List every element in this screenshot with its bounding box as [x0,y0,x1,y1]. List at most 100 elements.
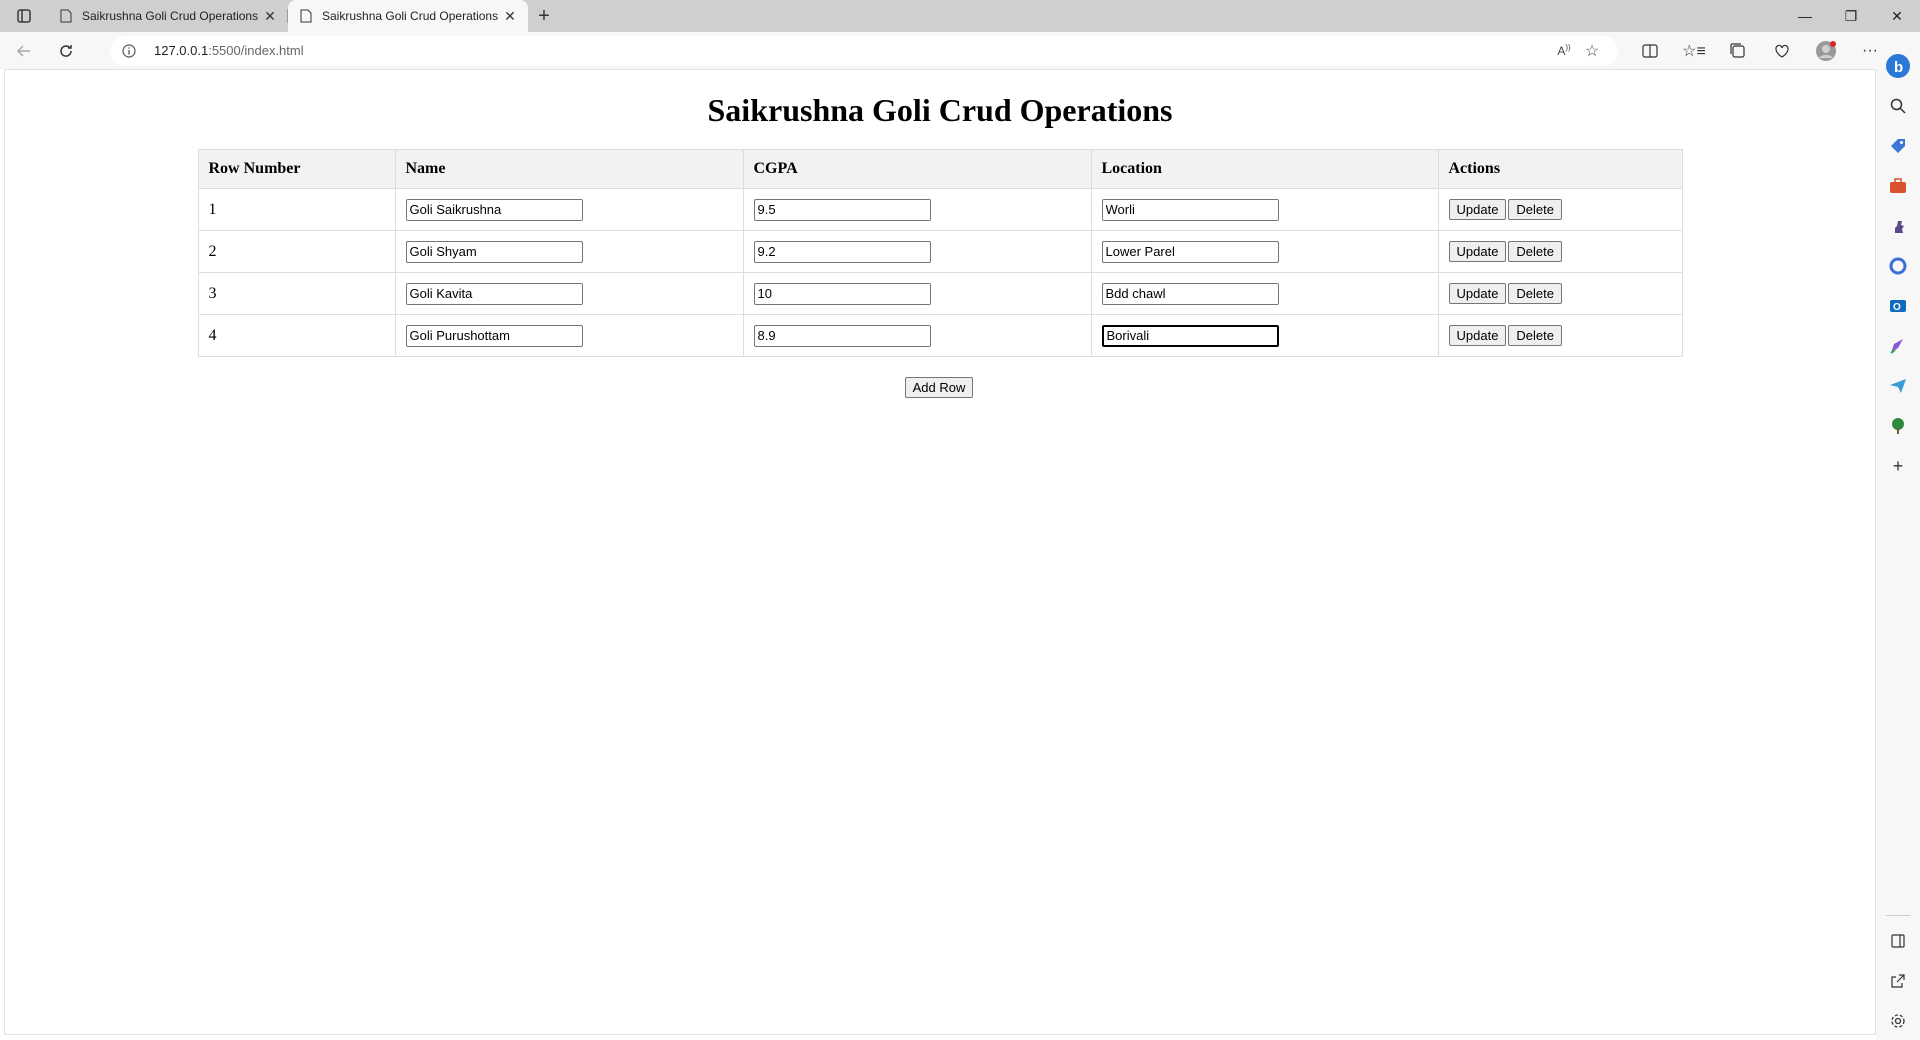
row-number-cell: 2 [197,230,396,273]
cgpa-input[interactable] [753,282,931,305]
svg-text:b: b [1894,59,1903,76]
header-location: Location [1090,149,1439,189]
tab-title: Saikrushna Goli Crud Operations [82,9,259,23]
tab-close-icon[interactable]: ✕ [262,8,278,25]
browser-toolbar: 127.0.0.1:5500/index.html A)) ☆ ☆≡ ··· [0,32,1920,69]
name-cell [394,272,744,315]
actions-cell: Update Delete [1437,230,1683,273]
delete-button[interactable]: Delete [1508,283,1562,304]
browser-tab-2[interactable]: Saikrushna Goli Crud Operations ✕ [288,0,528,32]
delete-button[interactable]: Delete [1508,325,1562,346]
header-row-number: Row Number [197,149,396,189]
actions-cell: Update Delete [1437,272,1683,315]
address-bar[interactable]: 127.0.0.1:5500/index.html A)) ☆ [110,35,1618,66]
tools-briefcase-icon[interactable] [1883,171,1913,201]
table-row: 4 UpdateDelete [197,314,1683,357]
back-button[interactable] [6,36,42,66]
search-icon[interactable] [1883,91,1913,121]
cgpa-cell [742,272,1092,315]
row-number-cell: 4 [197,314,396,357]
minimize-button[interactable]: — [1782,0,1828,32]
name-cell [394,230,744,273]
add-sidebar-app-icon[interactable]: + [1883,451,1913,481]
favorite-star-icon[interactable]: ☆ [1578,37,1606,65]
delete-button[interactable]: Delete [1508,199,1562,220]
open-external-icon[interactable] [1883,966,1913,996]
browser-sidebar: b O + [1876,54,1920,1040]
name-input[interactable] [405,282,583,305]
read-aloud-icon[interactable]: A)) [1550,37,1578,65]
close-window-button[interactable]: ✕ [1874,0,1920,32]
svg-text:O: O [1893,302,1901,313]
url-text[interactable]: 127.0.0.1:5500/index.html [154,43,1550,58]
profile-avatar[interactable] [1804,36,1848,66]
shopping-tag-icon[interactable] [1883,131,1913,161]
name-input[interactable] [405,198,583,221]
sidebar-divider [1886,915,1910,916]
split-screen-icon[interactable] [1628,36,1672,66]
update-button[interactable]: Update [1448,199,1507,220]
row-number-cell: 1 [197,188,396,231]
copilot-icon[interactable]: b [1883,51,1913,81]
refresh-icon [60,44,72,57]
update-button[interactable]: Update [1448,325,1507,346]
add-row-container: Add Row [5,377,1875,398]
window-controls: — ❐ ✕ [1782,0,1920,32]
page-icon [60,9,72,23]
header-actions: Actions [1437,149,1683,189]
refresh-button[interactable] [48,36,84,66]
table-header-row: Row Number Name CGPA Location Actions [197,149,1683,189]
table-row: 2 UpdateDelete [197,230,1683,273]
row-number-cell: 3 [197,272,396,315]
name-input[interactable] [405,240,583,263]
games-chess-icon[interactable] [1883,211,1913,241]
location-cell [1090,188,1439,231]
location-cell [1090,272,1439,315]
tab-title: Saikrushna Goli Crud Operations [322,9,499,23]
tab-close-icon[interactable]: ✕ [502,8,518,25]
cgpa-input[interactable] [753,324,931,347]
new-tab-button[interactable]: + [528,0,560,32]
page-viewport: Saikrushna Goli Crud Operations Row Numb… [4,69,1876,1035]
add-row-button[interactable]: Add Row [904,377,974,398]
outlook-icon[interactable]: O [1883,291,1913,321]
tree-icon[interactable] [1883,411,1913,441]
cgpa-input[interactable] [753,240,931,263]
header-cgpa: CGPA [742,149,1092,189]
info-icon [122,43,136,58]
location-input[interactable] [1101,240,1279,263]
delete-button[interactable]: Delete [1508,241,1562,262]
location-input[interactable] [1101,282,1279,305]
browser-tab-1[interactable]: Saikrushna Goli Crud Operations ✕ [48,0,288,32]
update-button[interactable]: Update [1448,283,1507,304]
designer-icon[interactable] [1883,331,1913,361]
send-telegram-icon[interactable] [1883,371,1913,401]
cgpa-cell [742,230,1092,273]
tab-actions-icon [17,9,31,23]
favorites-icon[interactable]: ☆≡ [1672,36,1716,66]
microsoft-365-icon[interactable] [1883,251,1913,281]
settings-gear-icon[interactable] [1883,1006,1913,1036]
crud-table: Row Number Name CGPA Location Actions 1 … [197,149,1683,357]
location-cell [1090,230,1439,273]
restore-button[interactable]: ❐ [1828,0,1874,32]
collections-icon[interactable] [1716,36,1760,66]
browser-essentials-icon[interactable] [1760,36,1804,66]
location-cell [1090,314,1439,357]
cgpa-input[interactable] [753,198,931,221]
name-cell [394,314,744,357]
cgpa-cell [742,188,1092,231]
header-name: Name [394,149,744,189]
plus-icon: + [538,4,550,27]
sidebar-bottom [1883,901,1913,1036]
update-button[interactable]: Update [1448,241,1507,262]
name-input[interactable] [405,324,583,347]
cgpa-cell [742,314,1092,357]
location-input[interactable] [1101,324,1279,347]
tab-actions-button[interactable] [0,0,48,32]
location-input[interactable] [1101,198,1279,221]
actions-cell: Update Delete [1437,188,1683,231]
url-host: 127.0.0.1 [154,43,209,58]
page-icon [300,9,312,23]
hide-sidebar-icon[interactable] [1883,926,1913,956]
